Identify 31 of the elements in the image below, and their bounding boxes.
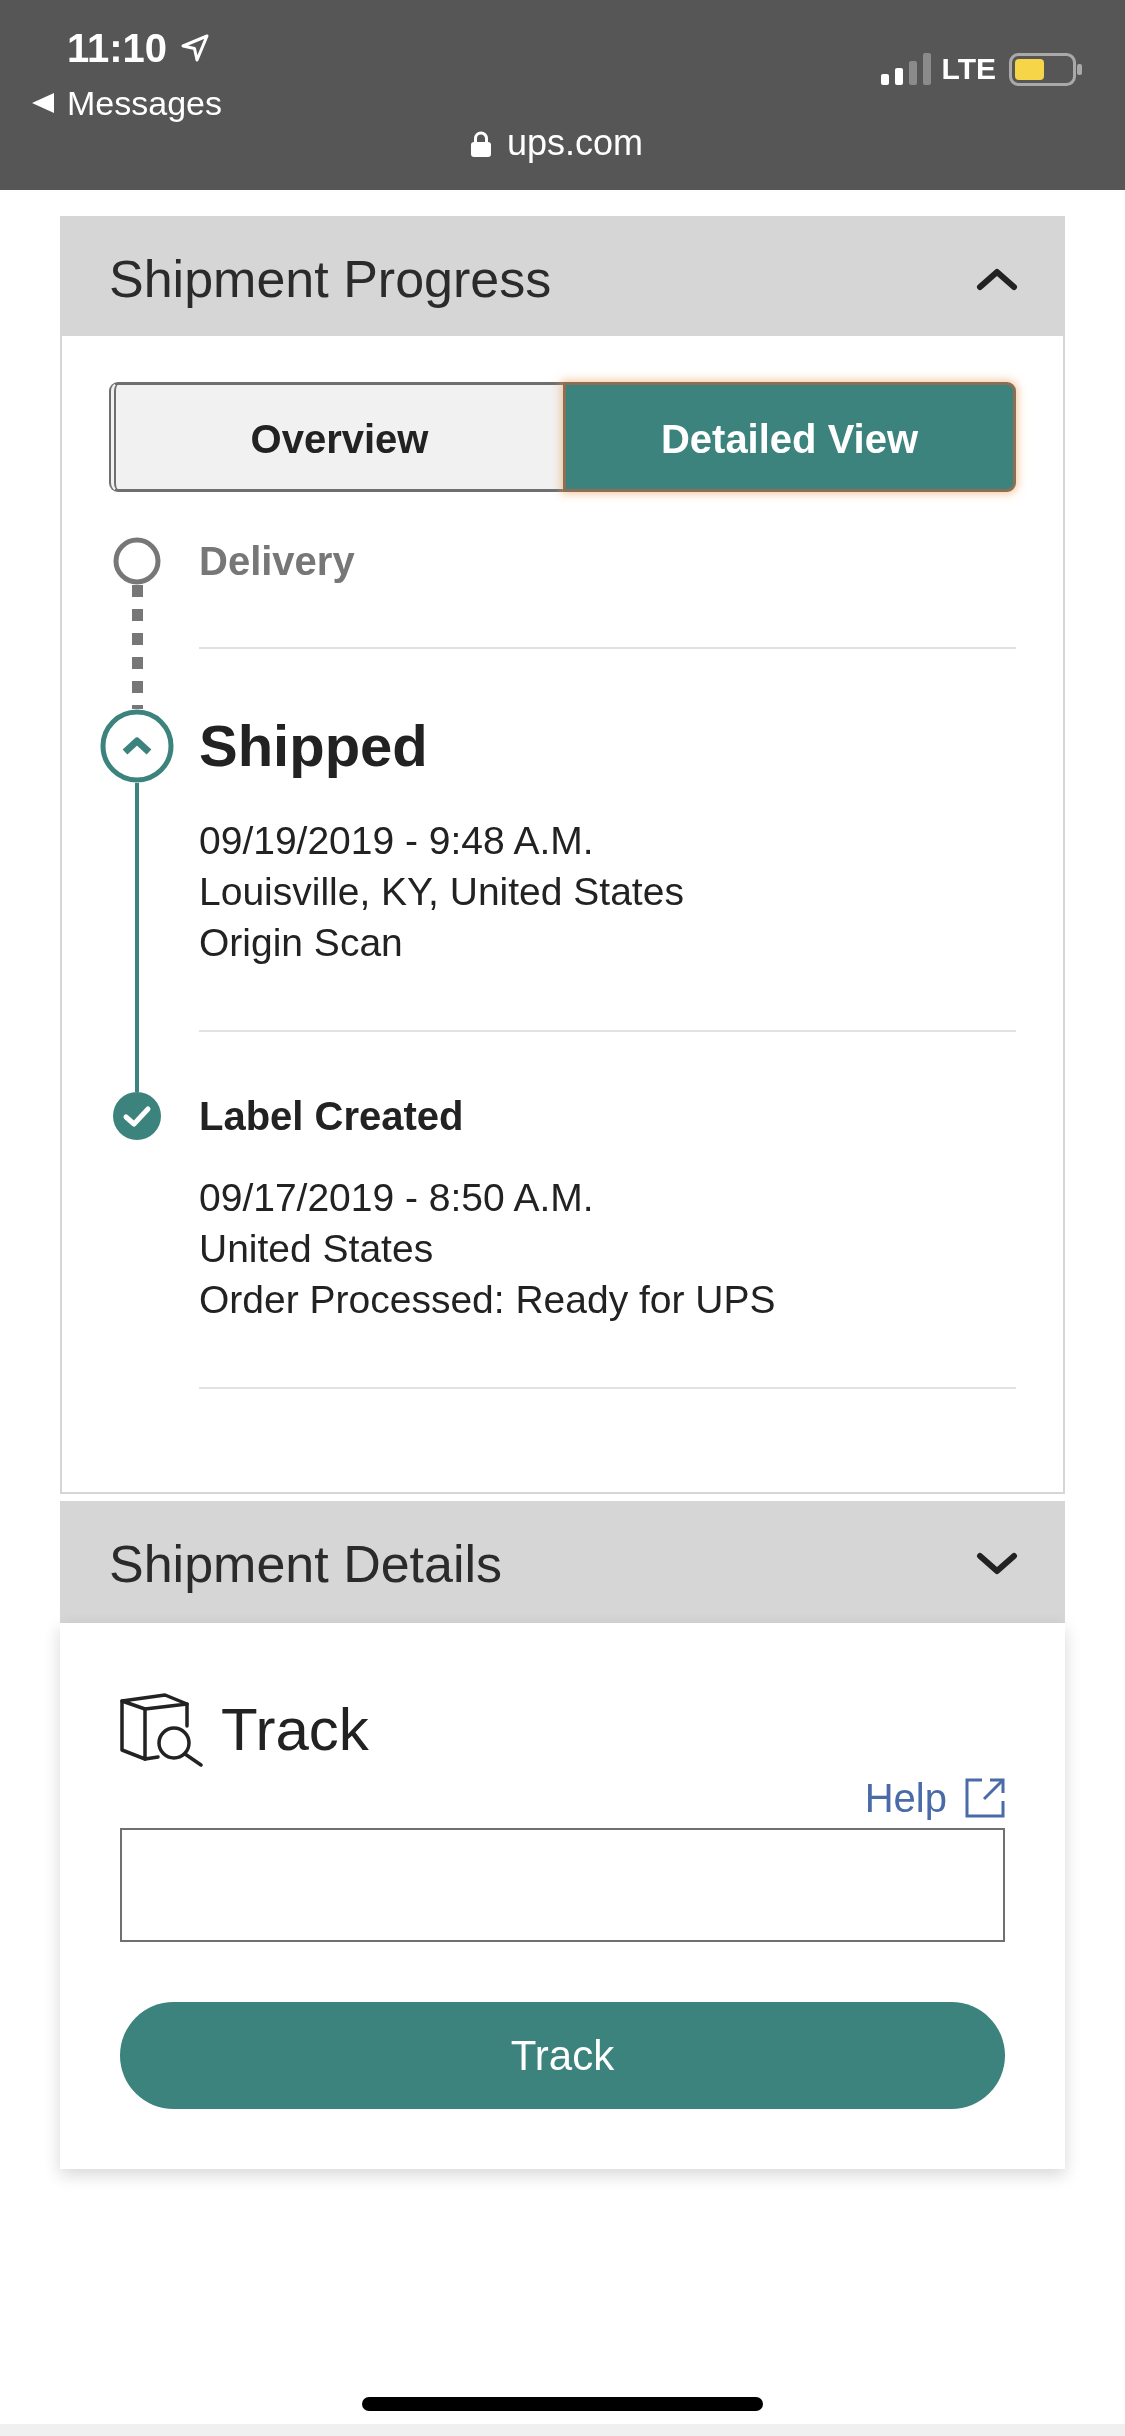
section-header[interactable]: Shipment Progress — [62, 218, 1063, 336]
track-button[interactable]: Track — [120, 2002, 1005, 2109]
view-tab[interactable]: Detailed View — [563, 382, 1016, 492]
battery-icon — [1009, 52, 1082, 86]
chevron-circle-icon — [100, 709, 174, 783]
event-activity: Origin Scan — [199, 920, 404, 966]
clock-time: 11:10 — [67, 25, 168, 72]
help-link[interactable]: Help — [864, 1775, 1005, 1821]
location-arrow-icon — [180, 33, 211, 63]
event-location: Louisville, KY, United States — [199, 869, 685, 915]
event-activity: Order Processed: Ready for UPS — [199, 1277, 777, 1323]
url-text[interactable]: ups.com — [506, 123, 644, 163]
external-link-icon — [965, 1778, 1005, 1818]
network-label: LTE — [941, 52, 996, 86]
check-circle-icon — [113, 1092, 161, 1140]
tracking-number-field[interactable] — [120, 1828, 1005, 1942]
back-link[interactable]: Messages — [67, 83, 222, 123]
lock-icon — [470, 129, 491, 157]
event-datetime: 09/17/2019 - 8:50 A.M. — [199, 1175, 595, 1221]
track-heading: Track — [221, 1695, 369, 1765]
event-datetime: 09/19/2019 - 9:48 A.M. — [199, 818, 595, 864]
event-title: Label Created — [199, 1093, 465, 1140]
event-title: Delivery — [199, 538, 356, 585]
box-magnifier-icon — [120, 1693, 204, 1767]
empty-circle-icon — [113, 537, 161, 585]
event-title: Shipped — [199, 712, 429, 780]
back-triangle-icon[interactable] — [32, 93, 54, 113]
section-header[interactable]: Shipment Details — [62, 1503, 1063, 1621]
view-tab[interactable]: Overview — [109, 382, 563, 492]
event-location: United States — [199, 1226, 435, 1272]
signal-icon — [880, 53, 931, 85]
